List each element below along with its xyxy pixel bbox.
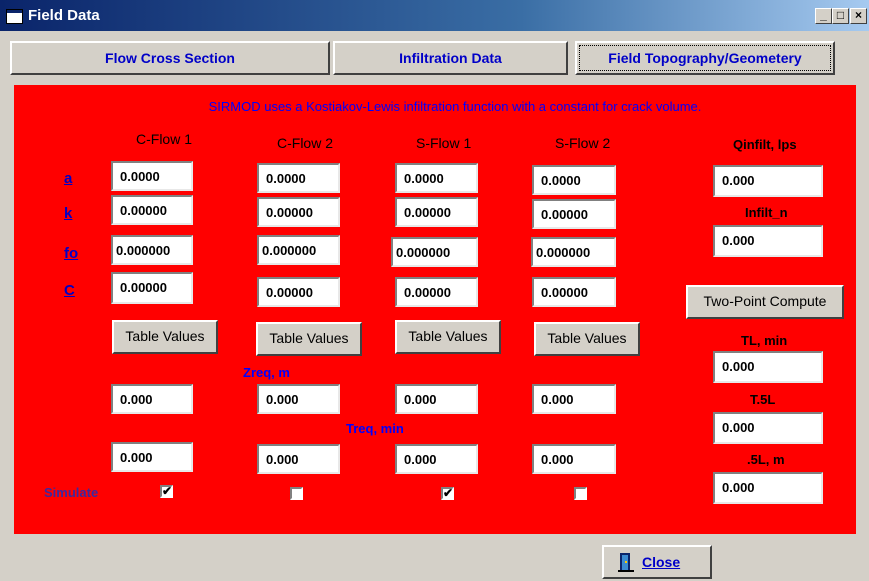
tab-field-topography[interactable]: Field Topography/Geometery (575, 41, 835, 75)
table-values-button-s-flow-1[interactable]: Table Values (395, 320, 501, 354)
input-k-s-flow-1[interactable]: 0.00000 (395, 197, 478, 227)
zreq-s-flow-1[interactable]: 0.000 (395, 384, 478, 414)
input-a-s-flow-2[interactable]: 0.0000 (532, 165, 616, 195)
input-k-c-flow-1[interactable]: 0.00000 (111, 195, 193, 225)
door-exit-icon (618, 553, 634, 572)
zreq-s-flow-2[interactable]: 0.000 (532, 384, 616, 414)
input-fo-s-flow-2[interactable]: 0.000000 (531, 237, 616, 267)
treq-s-flow-1[interactable]: 0.000 (395, 444, 478, 474)
close-button[interactable]: Close (602, 545, 712, 579)
zreq-label: Zreq, m (243, 365, 290, 380)
tab-flow-cross-section[interactable]: Flow Cross Section (10, 41, 330, 75)
treq-s-flow-2[interactable]: 0.000 (532, 444, 616, 474)
input-c-c-flow-2[interactable]: 0.00000 (257, 277, 340, 307)
treq-c-flow-2[interactable]: 0.000 (257, 444, 340, 474)
param-label-a[interactable]: a (64, 170, 72, 187)
table-values-button-c-flow-1[interactable]: Table Values (112, 320, 218, 354)
table-values-button-c-flow-2[interactable]: Table Values (256, 322, 362, 356)
tab-infiltration-data[interactable]: Infiltration Data (333, 41, 568, 75)
t5l-field[interactable]: 0.000 (713, 412, 823, 444)
window-title: Field Data (28, 7, 100, 24)
param-label-fo[interactable]: fo (64, 245, 78, 262)
column-header-s-flow-2: S-Flow 2 (555, 135, 611, 151)
treq-c-flow-1[interactable]: 0.000 (111, 442, 193, 472)
input-a-s-flow-1[interactable]: 0.0000 (395, 163, 478, 193)
input-a-c-flow-1[interactable]: 0.0000 (111, 161, 193, 191)
input-k-c-flow-2[interactable]: 0.00000 (257, 197, 340, 227)
input-fo-s-flow-1[interactable]: 0.000000 (391, 237, 478, 267)
close-button-label: Close (642, 554, 681, 570)
simulate-checkbox-s-flow-2[interactable] (574, 487, 587, 500)
tl-field[interactable]: 0.000 (713, 351, 823, 383)
input-c-c-flow-1[interactable]: 0.00000 (111, 272, 193, 304)
t5l-label: T.5L (750, 392, 776, 407)
treq-label: Treq, min (346, 421, 404, 436)
table-values-button-s-flow-2[interactable]: Table Values (534, 322, 640, 356)
l5-label: .5L, m (747, 452, 785, 467)
title-bar: Field Data _ □ × (0, 0, 869, 31)
zreq-c-flow-1[interactable]: 0.000 (111, 384, 193, 414)
infilt-n-label: Infilt_n (745, 205, 788, 220)
input-a-c-flow-2[interactable]: 0.0000 (257, 163, 340, 193)
close-window-button[interactable]: × (850, 8, 867, 24)
simulate-checkbox-c-flow-1[interactable]: ✔ (160, 485, 173, 498)
infiltration-note: SIRMOD uses a Kostiakov-Lewis infiltrati… (208, 99, 702, 114)
input-c-s-flow-2[interactable]: 0.00000 (532, 277, 616, 307)
simulate-checkbox-s-flow-1[interactable]: ✔ (441, 487, 454, 500)
input-fo-c-flow-1[interactable]: 0.000000 (111, 235, 193, 265)
qinfilt-field[interactable]: 0.000 (713, 165, 823, 197)
maximize-button[interactable]: □ (832, 8, 849, 24)
minimize-button[interactable]: _ (815, 8, 832, 24)
input-fo-c-flow-2[interactable]: 0.000000 (257, 235, 340, 265)
infilt-n-field[interactable]: 0.000 (713, 225, 823, 257)
param-label-k[interactable]: k (64, 205, 72, 222)
param-label-c[interactable]: C (64, 282, 75, 299)
two-point-compute-button[interactable]: Two-Point Compute (686, 285, 844, 319)
simulate-label: Simulate (44, 485, 99, 500)
window-icon (6, 9, 23, 24)
zreq-c-flow-2[interactable]: 0.000 (257, 384, 340, 414)
l5-field[interactable]: 0.000 (713, 472, 823, 504)
column-header-c-flow-1: C-Flow 1 (136, 131, 193, 147)
input-c-s-flow-1[interactable]: 0.00000 (395, 277, 478, 307)
column-header-s-flow-1: S-Flow 1 (416, 135, 472, 151)
simulate-checkbox-c-flow-2[interactable] (290, 487, 303, 500)
qinfilt-label: Qinfilt, lps (733, 137, 797, 152)
tl-label: TL, min (741, 333, 788, 348)
column-header-c-flow-2: C-Flow 2 (277, 135, 334, 151)
input-k-s-flow-2[interactable]: 0.00000 (532, 199, 616, 229)
